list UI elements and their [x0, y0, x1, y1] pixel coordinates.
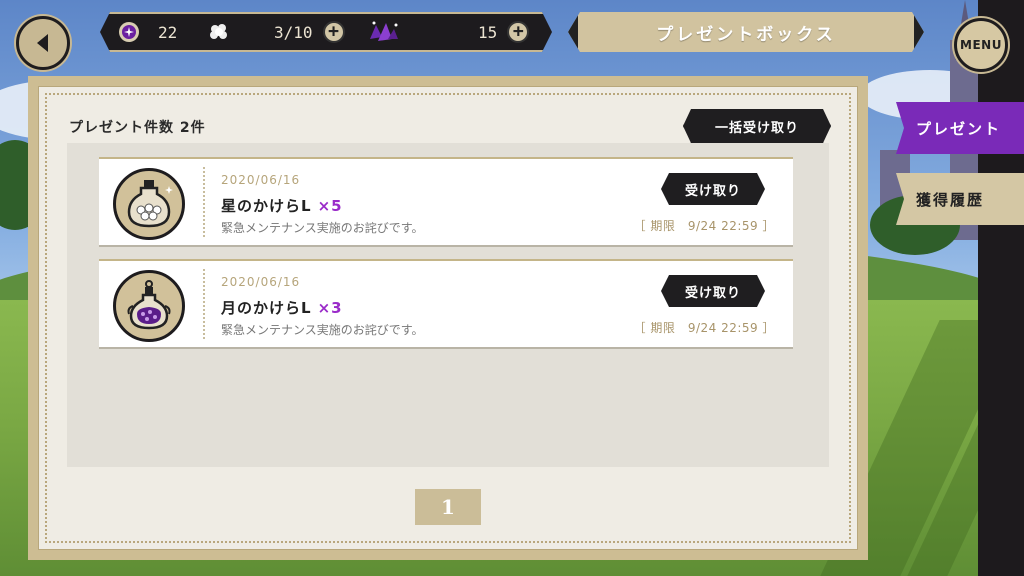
currency-crystal: 15 +: [366, 14, 529, 50]
item-icon-frame: [113, 168, 185, 240]
item-name: 星のかけらL: [221, 197, 312, 215]
item-description: 緊急メンテナンス実施のお詫びです。: [221, 221, 424, 235]
flower-count: 3/10: [274, 22, 313, 42]
list-item: 2020/06/16 月のかけらL ×3 緊急メンテナンス実施のお詫びです。 受け…: [99, 259, 793, 347]
currency-orb: 22: [118, 14, 177, 50]
back-button[interactable]: [16, 16, 70, 70]
item-date: 2020/06/16: [221, 275, 301, 289]
page-title-plate: プレゼントボックス: [568, 12, 924, 52]
currency-flower: 3/10 +: [208, 14, 345, 50]
page-title: プレゼントボックス: [656, 24, 836, 45]
tab-present[interactable]: プレゼント: [896, 102, 1024, 154]
receive-button[interactable]: 受け取り: [661, 275, 765, 307]
tab-history[interactable]: 獲得履歴: [896, 173, 1024, 225]
crystal-icon: [366, 19, 400, 45]
crystal-count: 15: [478, 22, 498, 42]
receive-button[interactable]: 受け取り: [661, 173, 765, 205]
menu-button[interactable]: MENU: [954, 18, 1008, 72]
item-expiry: ［ 期限 9/24 22:59 ］: [633, 321, 775, 335]
back-arrow-icon: [37, 34, 48, 52]
item-separator: [203, 269, 205, 339]
currency-bar: 22 3/10 + 15 +: [100, 12, 552, 52]
page-number-button[interactable]: 1: [415, 489, 481, 525]
item-quantity: ×5: [317, 197, 343, 215]
item-name-row: 月のかけらL ×3: [221, 297, 343, 318]
add-flower-button[interactable]: +: [323, 21, 345, 43]
moon-fragment-bottle-icon: [127, 280, 171, 330]
item-name: 月のかけらL: [221, 299, 312, 317]
present-count-label: プレゼント件数 2件: [69, 120, 206, 136]
star-fragment-bottle-icon: [127, 180, 173, 228]
panel-inner: プレゼント件数 2件 一括受け取り 2020/06/16 星のかけらL ×5 緊…: [38, 86, 858, 550]
item-icon-frame: [113, 270, 185, 342]
flower-icon: [208, 21, 230, 43]
bulk-receive-button[interactable]: 一括受け取り: [683, 109, 831, 143]
item-separator: [203, 167, 205, 237]
list-item: 2020/06/16 星のかけらL ×5 緊急メンテナンス実施のお詫びです。 受け…: [99, 157, 793, 245]
item-description: 緊急メンテナンス実施のお詫びです。: [221, 323, 424, 337]
item-date: 2020/06/16: [221, 173, 301, 187]
item-expiry: ［ 期限 9/24 22:59 ］: [633, 219, 775, 233]
present-panel: プレゼント件数 2件 一括受け取り 2020/06/16 星のかけらL ×5 緊…: [28, 76, 868, 560]
item-quantity: ×3: [317, 299, 343, 317]
item-name-row: 星のかけらL ×5: [221, 195, 343, 216]
orb-count: 22: [158, 22, 178, 42]
add-crystal-button[interactable]: +: [507, 21, 529, 43]
orb-icon: [118, 21, 140, 43]
present-list: 2020/06/16 星のかけらL ×5 緊急メンテナンス実施のお詫びです。 受け…: [67, 143, 829, 467]
